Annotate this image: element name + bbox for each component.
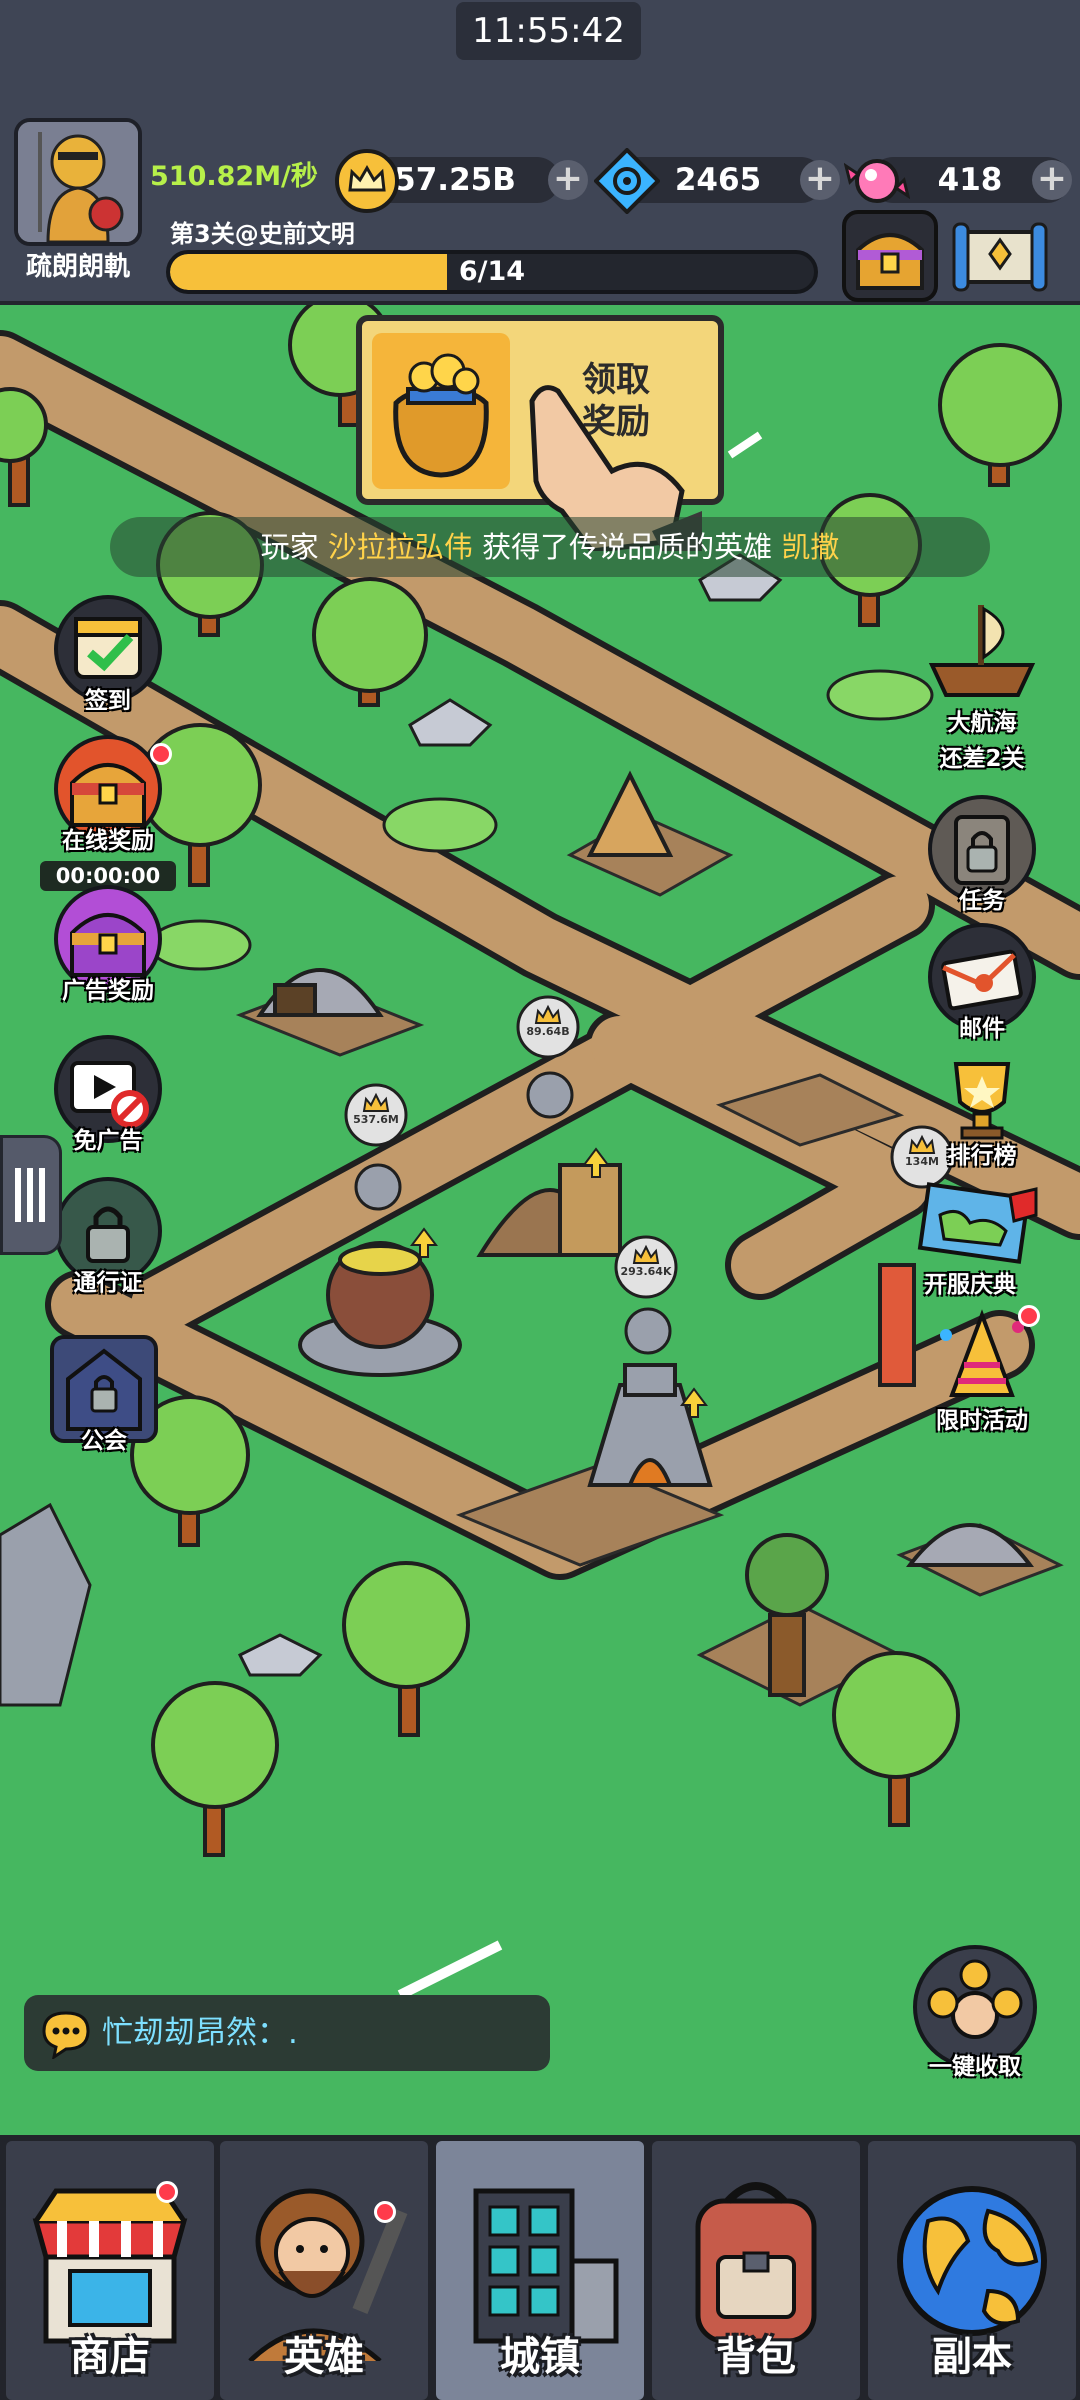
- mail-label: 邮件: [959, 1016, 1005, 1042]
- treasure-chest-button[interactable]: [842, 210, 938, 302]
- map-value-bubble-2[interactable]: 537.6M: [346, 1113, 406, 1126]
- tab-shop-label: 商店: [70, 2334, 150, 2380]
- tab-bag[interactable]: 背包: [652, 2141, 860, 2400]
- pass-button[interactable]: 通行证: [48, 1177, 168, 1297]
- player-name: 疏朗朗軌: [25, 252, 130, 282]
- voyage-subtitle: 还差2关: [939, 746, 1025, 772]
- pass-label: 通行证: [73, 1270, 143, 1296]
- collect-all-label: 一键收取: [929, 2054, 1021, 2080]
- income-rate: 510.82M/秒: [150, 161, 318, 192]
- ticker-prefix: 玩家: [260, 530, 319, 564]
- tab-dungeon-label: 副本: [932, 2334, 1012, 2380]
- status-clock: 11:55:42: [456, 2, 641, 60]
- collect-all-button[interactable]: 一键收取: [910, 1945, 1040, 2081]
- menu-lines-icon: [15, 1168, 45, 1222]
- stage-label: 第3关@史前文明: [170, 220, 355, 248]
- chat-preview[interactable]: 忙刼刼昂然：.: [24, 1995, 550, 2071]
- ship-icon: [928, 605, 1036, 697]
- tab-heroes[interactable]: 英雄: [220, 2141, 428, 2400]
- scroll-map-button[interactable]: [952, 214, 1048, 306]
- player-avatar[interactable]: [14, 118, 142, 246]
- voyage-button[interactable]: 大航海 还差2关: [922, 595, 1042, 773]
- candy-value: 418: [937, 162, 1003, 198]
- signin-button[interactable]: 签到: [48, 595, 168, 715]
- gold-value: 57.25B: [394, 162, 516, 198]
- gold-bag-icon: [372, 333, 510, 489]
- swirl-gem-icon: [594, 148, 660, 214]
- crown-coin-icon: [335, 149, 399, 213]
- tab-town-label: 城镇: [500, 2334, 580, 2380]
- ad-reward-button[interactable]: 广告奖励: [48, 885, 168, 1005]
- status-bar: 11:55:42: [0, 0, 1080, 115]
- voyage-title: 大航海: [947, 710, 1017, 736]
- chat-bubble-icon: [42, 2011, 90, 2059]
- add-gems-button[interactable]: +: [800, 160, 840, 200]
- mail-button[interactable]: 邮件: [922, 923, 1042, 1043]
- limited-event-alert-dot: [1018, 1305, 1040, 1327]
- tab-dungeon[interactable]: 副本: [868, 2141, 1076, 2400]
- announcement-ticker: 玩家 沙拉拉弘伟 获得了传说品质的英雄 凯撒: [110, 517, 990, 577]
- side-drawer-handle[interactable]: [0, 1135, 62, 1255]
- add-gold-button[interactable]: +: [548, 160, 588, 200]
- heroes-alert-dot: [374, 2201, 396, 2223]
- no-ads-label: 免广告: [73, 1128, 143, 1154]
- signin-label: 签到: [85, 688, 131, 714]
- world-map-icon: [917, 1182, 1038, 1264]
- tasks-button[interactable]: 任务: [922, 795, 1042, 915]
- ticker-middle: 获得了传说品质的英雄: [482, 530, 773, 564]
- tab-bag-label: 背包: [716, 2334, 796, 2380]
- scroll-map-icon: [952, 222, 1048, 292]
- top-hud: 疏朗朗軌 510.82M/秒 57.25B + 2465 + 418 + 第3关…: [0, 110, 1080, 305]
- guild-label: 公会: [81, 1428, 127, 1454]
- online-reward-alert-dot: [150, 743, 172, 765]
- no-ads-button[interactable]: 免广告: [48, 1035, 168, 1155]
- claim-reward-promo[interactable]: 领取 奖励: [356, 315, 724, 551]
- online-reward-button[interactable]: 在线奖励: [48, 735, 172, 855]
- tab-town[interactable]: 城镇: [436, 2141, 644, 2400]
- shop-alert-dot: [156, 2181, 178, 2203]
- ad-reward-label: 广告奖励: [62, 978, 154, 1004]
- add-candy-button[interactable]: +: [1032, 160, 1072, 200]
- chat-text: 忙刼刼昂然：.: [102, 2015, 298, 2051]
- map-value-bubble-3[interactable]: 293.64K: [614, 1265, 678, 1278]
- stage-progress-text: 6/14: [458, 256, 526, 287]
- ranking-label: 排行榜: [947, 1143, 1017, 1169]
- server-event-label: 开服庆典: [924, 1272, 1016, 1298]
- guild-button[interactable]: 公会: [44, 1335, 164, 1455]
- ticker-hero: 凯撒: [781, 530, 840, 564]
- tab-heroes-label: 英雄: [284, 2334, 364, 2380]
- ticker-player: 沙拉拉弘伟: [327, 530, 473, 564]
- tasks-label: 任务: [959, 888, 1005, 914]
- bottom-nav: 商店 英雄 城镇 背包 副本: [0, 2135, 1080, 2400]
- ranking-button[interactable]: 排行榜: [922, 1050, 1042, 1170]
- tab-shop[interactable]: 商店: [6, 2141, 214, 2400]
- gem-value: 2465: [674, 162, 762, 198]
- limited-event-label: 限时活动: [936, 1408, 1028, 1434]
- treasure-chest-icon: [842, 210, 938, 302]
- online-reward-label: 在线奖励: [62, 828, 154, 854]
- map-value-bubble-1[interactable]: 89.64B: [518, 1025, 578, 1038]
- candy-icon: [844, 159, 910, 203]
- limited-event-button[interactable]: 限时活动: [922, 1305, 1042, 1435]
- town-map[interactable]: 89.64B 537.6M 293.64K 134M 领取 奖励 玩家 沙拉拉弘…: [0, 305, 1080, 2135]
- server-event-button[interactable]: 开服庆典: [910, 1175, 1038, 1299]
